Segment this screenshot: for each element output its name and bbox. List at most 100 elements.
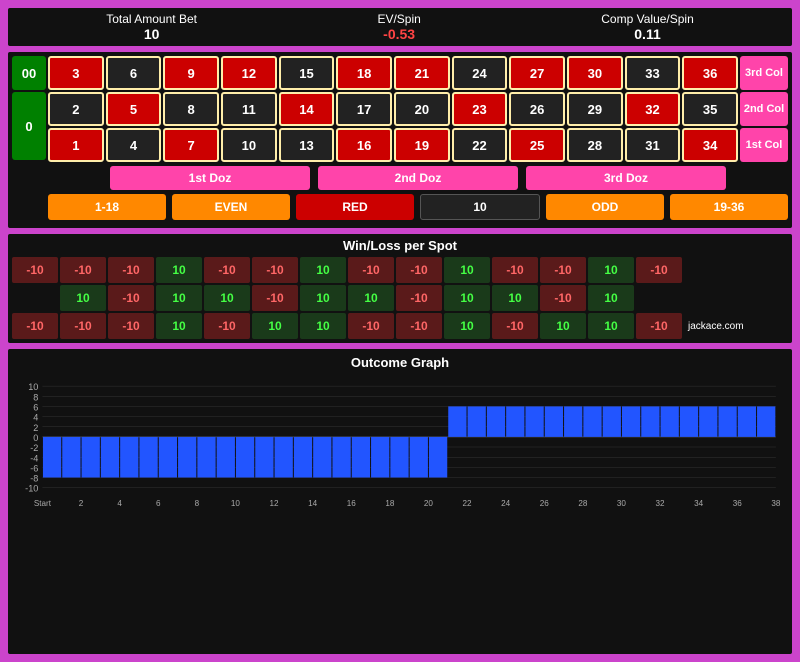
number-cell-8[interactable]: 8 bbox=[163, 92, 219, 126]
number-cell-22[interactable]: 22 bbox=[452, 128, 508, 162]
svg-text:6: 6 bbox=[156, 499, 161, 508]
svg-text:2: 2 bbox=[79, 499, 84, 508]
number-cell-14[interactable]: 14 bbox=[279, 92, 335, 126]
svg-text:-10: -10 bbox=[25, 484, 38, 494]
number-cell-19[interactable]: 19 bbox=[394, 128, 450, 162]
number-cell-23[interactable]: 23 bbox=[452, 92, 508, 126]
wl-cell-0-4: -10 bbox=[252, 257, 298, 283]
svg-text:16: 16 bbox=[347, 499, 357, 508]
wl-cell-1-0: 10 bbox=[60, 285, 106, 311]
number-cell-10[interactable]: 10 bbox=[221, 128, 277, 162]
svg-text:-6: -6 bbox=[30, 463, 38, 473]
number-cell-35[interactable]: 35 bbox=[682, 92, 738, 126]
winloss-grid: -10-10-1010-10-1010-10-1010-10-1010-1010… bbox=[12, 257, 788, 339]
number-cell-31[interactable]: 31 bbox=[625, 128, 681, 162]
svg-text:30: 30 bbox=[617, 499, 627, 508]
svg-text:Start: Start bbox=[34, 499, 52, 508]
number-cell-21[interactable]: 21 bbox=[394, 56, 450, 90]
svg-text:-8: -8 bbox=[30, 474, 38, 484]
number-cell-18[interactable]: 18 bbox=[336, 56, 392, 90]
number-cell-6[interactable]: 6 bbox=[106, 56, 162, 90]
bottom-bets: 1st Doz 2nd Doz 3rd Doz 1-18 EVEN RED 10… bbox=[12, 162, 788, 224]
wl-cell-2-2: 10 bbox=[156, 313, 202, 339]
first-dozen-btn[interactable]: 1st Doz bbox=[110, 166, 310, 190]
number-cell-11[interactable]: 11 bbox=[221, 92, 277, 126]
svg-text:20: 20 bbox=[424, 499, 434, 508]
number-cell-33[interactable]: 33 bbox=[625, 56, 681, 90]
number-cell-3[interactable]: 3 bbox=[48, 56, 104, 90]
wl-cell-1-8: 10 bbox=[444, 285, 490, 311]
number-cell-7[interactable]: 7 bbox=[163, 128, 219, 162]
number-cell-34[interactable]: 34 bbox=[682, 128, 738, 162]
second-dozen-btn[interactable]: 2nd Doz bbox=[318, 166, 518, 190]
third-dozen-btn[interactable]: 3rd Doz bbox=[526, 166, 726, 190]
number-cell-30[interactable]: 30 bbox=[567, 56, 623, 90]
number-cell-36[interactable]: 36 bbox=[682, 56, 738, 90]
number-cell-20[interactable]: 20 bbox=[394, 92, 450, 126]
col-label-2nd[interactable]: 2nd Col bbox=[740, 92, 788, 126]
number-cell-17[interactable]: 17 bbox=[336, 92, 392, 126]
number-cell-28[interactable]: 28 bbox=[567, 128, 623, 162]
wl-cell-1-6: 10 bbox=[348, 285, 394, 311]
winloss-section: Win/Loss per Spot -10-10-1010-10-1010-10… bbox=[8, 234, 792, 343]
main-container: Total Amount Bet 10 EV/Spin -0.53 Comp V… bbox=[0, 0, 800, 662]
svg-text:24: 24 bbox=[501, 499, 511, 508]
number-cell-29[interactable]: 29 bbox=[567, 92, 623, 126]
svg-text:36: 36 bbox=[733, 499, 743, 508]
wl-cell-2-11: 10 bbox=[588, 313, 634, 339]
btn-odd[interactable]: ODD bbox=[546, 194, 664, 220]
svg-text:18: 18 bbox=[385, 499, 395, 508]
svg-text:22: 22 bbox=[463, 499, 473, 508]
svg-text:8: 8 bbox=[195, 499, 200, 508]
comp-value-label: Comp Value/Spin bbox=[601, 12, 694, 26]
svg-text:14: 14 bbox=[308, 499, 318, 508]
btn-19-36[interactable]: 19-36 bbox=[670, 194, 788, 220]
comp-value-group: Comp Value/Spin 0.11 bbox=[601, 12, 694, 42]
numbers-grid: 3691215182124273033362581114172023262932… bbox=[48, 56, 738, 162]
wl-cell-2-0: -10 bbox=[60, 313, 106, 339]
number-cell-13[interactable]: 13 bbox=[279, 128, 335, 162]
wl-cell-2-3: -10 bbox=[204, 313, 250, 339]
wl-zero-cell-2: -10 bbox=[12, 313, 58, 339]
number-cell-32[interactable]: 32 bbox=[625, 92, 681, 126]
svg-text:0: 0 bbox=[33, 433, 38, 443]
wl-row-0: -10-10-1010-10-1010-10-1010-10-1010-10 bbox=[12, 257, 788, 283]
number-cell-16[interactable]: 16 bbox=[336, 128, 392, 162]
wl-cell-1-2: 10 bbox=[156, 285, 202, 311]
even-bets-row: 1-18 EVEN RED 10 ODD 19-36 bbox=[12, 194, 788, 220]
svg-text:12: 12 bbox=[270, 499, 280, 508]
svg-text:10: 10 bbox=[28, 382, 38, 392]
number-cell-25[interactable]: 25 bbox=[509, 128, 565, 162]
number-cell-12[interactable]: 12 bbox=[221, 56, 277, 90]
wl-cell-0-2: 10 bbox=[156, 257, 202, 283]
svg-text:2: 2 bbox=[33, 423, 38, 433]
number-cell-26[interactable]: 26 bbox=[509, 92, 565, 126]
wl-cell-0-0: -10 bbox=[60, 257, 106, 283]
zero-cell-0[interactable]: 0 bbox=[12, 92, 46, 160]
outcome-graph-svg: -10-8-6-4-20246810Start24681012141618202… bbox=[14, 374, 786, 514]
number-cell-4[interactable]: 4 bbox=[106, 128, 162, 162]
svg-text:10: 10 bbox=[231, 499, 241, 508]
wl-cell-0-9: -10 bbox=[492, 257, 538, 283]
number-cell-5[interactable]: 5 bbox=[106, 92, 162, 126]
col-label-1st[interactable]: 1st Col bbox=[740, 128, 788, 162]
jackace-label: jackace.com bbox=[688, 321, 744, 332]
graph-section: Outcome Graph -10-8-6-4-20246810Start246… bbox=[8, 349, 792, 654]
btn-red[interactable]: RED bbox=[296, 194, 414, 220]
wl-cell-1-7: -10 bbox=[396, 285, 442, 311]
number-cell-2[interactable]: 2 bbox=[48, 92, 104, 126]
btn-even[interactable]: EVEN bbox=[172, 194, 290, 220]
number-cell-9[interactable]: 9 bbox=[163, 56, 219, 90]
zero-cell-00[interactable]: 00 bbox=[12, 56, 46, 90]
number-cell-24[interactable]: 24 bbox=[452, 56, 508, 90]
board-section: 00 0 36912151821242730333625811141720232… bbox=[8, 52, 792, 228]
btn-black-10[interactable]: 10 bbox=[420, 194, 540, 220]
number-cell-27[interactable]: 27 bbox=[509, 56, 565, 90]
btn-1-18[interactable]: 1-18 bbox=[48, 194, 166, 220]
number-cell-1[interactable]: 1 bbox=[48, 128, 104, 162]
wl-cell-2-4: 10 bbox=[252, 313, 298, 339]
col-label-3rd[interactable]: 3rd Col bbox=[740, 56, 788, 90]
number-cell-15[interactable]: 15 bbox=[279, 56, 335, 90]
svg-text:8: 8 bbox=[33, 392, 38, 402]
total-bet-group: Total Amount Bet 10 bbox=[106, 12, 197, 42]
